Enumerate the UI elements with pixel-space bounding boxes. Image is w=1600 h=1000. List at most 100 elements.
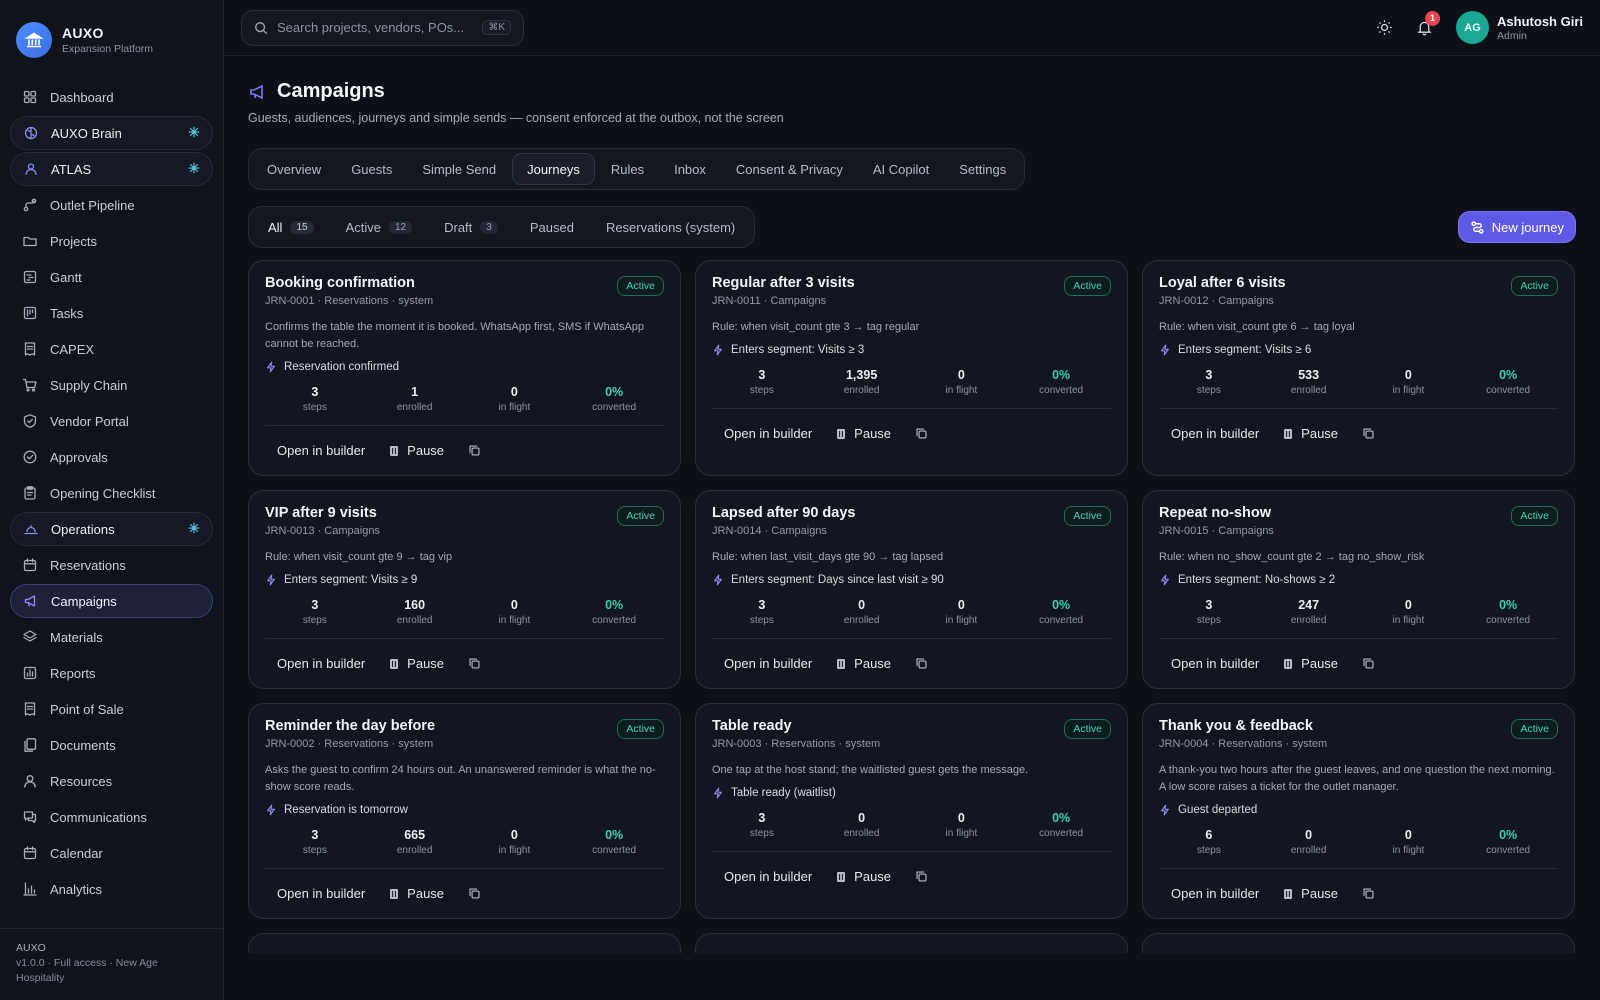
duplicate-button[interactable] (903, 418, 940, 450)
filter-active[interactable]: Active 12 (331, 211, 428, 243)
sidebar-item-resources[interactable]: Resources (10, 764, 213, 798)
open-in-builder-button[interactable]: Open in builder (265, 878, 377, 910)
journey-card[interactable]: Lapsed after 90 days JRN-0014 · Campaigns… (695, 490, 1128, 689)
pause-icon (836, 658, 846, 670)
stat-label: enrolled (843, 615, 880, 626)
new-journey-button[interactable]: New journey (1457, 211, 1576, 243)
open-in-builder-button[interactable]: Open in builder (265, 648, 377, 680)
duplicate-button[interactable] (456, 878, 493, 910)
sidebar-item-approvals[interactable]: Approvals (10, 440, 213, 474)
duplicate-button[interactable] (903, 861, 940, 893)
sidebar-item-documents[interactable]: Documents (10, 728, 213, 762)
sidebar-item-supply-chain[interactable]: Supply Chain (10, 368, 213, 402)
duplicate-button[interactable] (1350, 648, 1387, 680)
tab-guests[interactable]: Guests (337, 153, 406, 185)
sidebar-item-communications[interactable]: Communications (10, 800, 213, 834)
status-badge: Active (617, 276, 664, 296)
topbar: ⌘K 1 AG Ashutosh Giri Admin (224, 0, 1600, 56)
journey-card[interactable]: Table ready JRN-0003 · Reservations · sys… (695, 703, 1128, 919)
pause-button[interactable]: Pause (377, 648, 456, 680)
open-in-builder-button[interactable]: Open in builder (1159, 648, 1271, 680)
sidebar-item-reservations[interactable]: Reservations (10, 548, 213, 582)
sidebar-item-reports[interactable]: Reports (10, 656, 213, 690)
tab-inbox[interactable]: Inbox (660, 153, 720, 185)
filter-paused[interactable]: Paused (515, 211, 589, 243)
sidebar-item-opening-checklist[interactable]: Opening Checklist (10, 476, 213, 510)
pause-button[interactable]: Pause (1271, 648, 1350, 680)
journey-card[interactable]: Thank you & feedback JRN-0004 · Reservati… (1142, 703, 1575, 919)
journey-card-partial[interactable] (248, 933, 681, 953)
tab-ai-copilot[interactable]: AI Copilot (859, 153, 943, 185)
sidebar-item-operations[interactable]: Operations (10, 512, 213, 546)
sidebar-item-label: Vendor Portal (50, 413, 129, 429)
duplicate-button[interactable] (1350, 418, 1387, 450)
journey-grid: Booking confirmation JRN-0001 · Reservati… (248, 260, 1576, 953)
sidebar-item-capex[interactable]: CAPEX (10, 332, 213, 366)
stat-value: 0% (1499, 828, 1518, 842)
duplicate-button[interactable] (456, 648, 493, 680)
sidebar-item-vendor-portal[interactable]: Vendor Portal (10, 404, 213, 438)
journey-card-partial[interactable] (1142, 933, 1575, 953)
sidebar-item-projects[interactable]: Projects (10, 224, 213, 258)
sidebar-item-point-of-sale[interactable]: Point of Sale (10, 692, 213, 726)
sidebar-item-tasks[interactable]: Tasks (10, 296, 213, 330)
trigger-label: Reservation confirmed (284, 361, 400, 373)
stat-in-flight: 0 in flight (465, 598, 565, 626)
sidebar-nav: Dashboard AUXO Brain ATLAS Outlet Pipeline P… (0, 78, 223, 928)
open-in-builder-button[interactable]: Open in builder (1159, 878, 1271, 910)
stat-converted: 0% converted (564, 385, 664, 413)
stat-value: 665 (404, 828, 426, 842)
tab-simple-send[interactable]: Simple Send (408, 153, 510, 185)
sidebar-item-outlet-pipeline[interactable]: Outlet Pipeline (10, 188, 213, 222)
sidebar-item-analytics[interactable]: Analytics (10, 872, 213, 906)
journey-card[interactable]: Loyal after 6 visits JRN-0012 · Campaigns… (1142, 260, 1575, 476)
pause-button[interactable]: Pause (824, 648, 903, 680)
pause-button[interactable]: Pause (377, 878, 456, 910)
pause-button[interactable]: Pause (1271, 878, 1350, 910)
stat-steps: 3 steps (712, 598, 812, 626)
open-in-builder-button[interactable]: Open in builder (1159, 418, 1271, 450)
tab-overview[interactable]: Overview (253, 153, 335, 185)
notifications-button[interactable]: 1 (1404, 8, 1444, 48)
stat-label: converted (1486, 845, 1531, 856)
tab-rules[interactable]: Rules (597, 153, 658, 185)
search-box[interactable]: ⌘K (241, 9, 524, 46)
filter-reservations-system[interactable]: Reservations (system) (591, 211, 750, 243)
tab-consent-privacy[interactable]: Consent & Privacy (722, 153, 857, 185)
open-in-builder-button[interactable]: Open in builder (712, 418, 824, 450)
pause-button[interactable]: Pause (824, 861, 903, 893)
filter-draft[interactable]: Draft 3 (429, 211, 513, 243)
stat-label: steps (302, 845, 327, 856)
pause-button[interactable]: Pause (377, 435, 456, 467)
open-in-builder-button[interactable]: Open in builder (712, 648, 824, 680)
filter-all[interactable]: All 15 (253, 211, 329, 243)
stat-label: enrolled (1290, 385, 1327, 396)
journey-card[interactable]: VIP after 9 visits JRN-0013 · Campaigns Ac… (248, 490, 681, 689)
journey-card-partial[interactable] (695, 933, 1128, 953)
pause-button[interactable]: Pause (1271, 418, 1350, 450)
duplicate-button[interactable] (1350, 878, 1387, 910)
search-input[interactable] (277, 20, 474, 35)
duplicate-button[interactable] (903, 648, 940, 680)
pause-button[interactable]: Pause (824, 418, 903, 450)
tab-settings[interactable]: Settings (945, 153, 1020, 185)
open-in-builder-button[interactable]: Open in builder (265, 435, 377, 467)
sidebar-item-dashboard[interactable]: Dashboard (10, 80, 213, 114)
journey-card[interactable]: Regular after 3 visits JRN-0011 · Campaig… (695, 260, 1128, 476)
sidebar-item-materials[interactable]: Materials (10, 620, 213, 654)
journey-card[interactable]: Repeat no-show JRN-0015 · Campaigns Active… (1142, 490, 1575, 689)
user-menu[interactable]: AG Ashutosh Giri Admin (1456, 11, 1583, 44)
sidebar-item-campaigns[interactable]: Campaigns (10, 584, 213, 618)
brand[interactable]: AUXO Expansion Platform (0, 0, 223, 78)
journey-card[interactable]: Booking confirmation JRN-0001 · Reservati… (248, 260, 681, 476)
sidebar-item-label: Communications (50, 809, 147, 825)
sidebar-item-calendar[interactable]: Calendar (10, 836, 213, 870)
sidebar-item-auxo-brain[interactable]: AUXO Brain (10, 116, 213, 150)
sidebar-item-atlas[interactable]: ATLAS (10, 152, 213, 186)
theme-toggle-button[interactable] (1364, 8, 1404, 48)
tab-journeys[interactable]: Journeys (512, 153, 595, 185)
journey-card[interactable]: Reminder the day before JRN-0002 · Reserv… (248, 703, 681, 919)
sidebar-item-gantt[interactable]: Gantt (10, 260, 213, 294)
open-in-builder-button[interactable]: Open in builder (712, 861, 824, 893)
duplicate-button[interactable] (456, 435, 493, 467)
